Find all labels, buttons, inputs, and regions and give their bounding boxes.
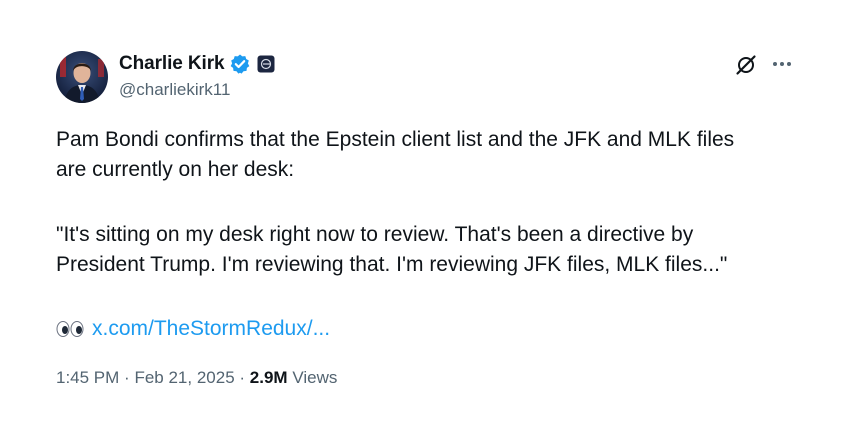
views-label: Views xyxy=(292,368,338,387)
verified-badge-icon[interactable] xyxy=(229,53,251,75)
author-handle[interactable]: @charliekirk11 xyxy=(119,80,230,100)
tweet-text-line: Pam Bondi confirms that the Epstein clie… xyxy=(56,128,735,151)
tweet-card: Charlie Kirk @charliekirk11 Pam Bondi co… xyxy=(0,0,848,427)
tweet-time[interactable]: 1:45 PM xyxy=(56,368,119,387)
tweet-text-line: President Trump. I'm reviewing that. I'm… xyxy=(56,253,728,276)
author-name-row: Charlie Kirk xyxy=(119,53,275,75)
meta-separator: · xyxy=(239,368,246,387)
tweet-link-line: x.com/TheStormRedux/... xyxy=(56,314,330,343)
eyes-emoji-icon xyxy=(56,320,84,338)
avatar[interactable] xyxy=(56,51,108,103)
tweet-link[interactable]: x.com/TheStormRedux/... xyxy=(92,314,330,343)
tweet-text-line: "It's sitting on my desk right now to re… xyxy=(56,223,694,246)
affiliation-badge-icon[interactable] xyxy=(257,55,275,73)
meta-separator: · xyxy=(124,368,130,387)
tweet-text-line: are currently on her desk: xyxy=(56,158,295,181)
grok-icon[interactable] xyxy=(734,53,758,77)
views-count[interactable]: 2.9M xyxy=(250,368,288,387)
more-icon[interactable] xyxy=(771,53,793,75)
tweet-meta: 1:45 PM · Feb 21, 2025 · 2.9M Views xyxy=(56,367,337,389)
author-display-name[interactable]: Charlie Kirk xyxy=(119,53,225,75)
tweet-date[interactable]: Feb 21, 2025 xyxy=(134,368,234,387)
